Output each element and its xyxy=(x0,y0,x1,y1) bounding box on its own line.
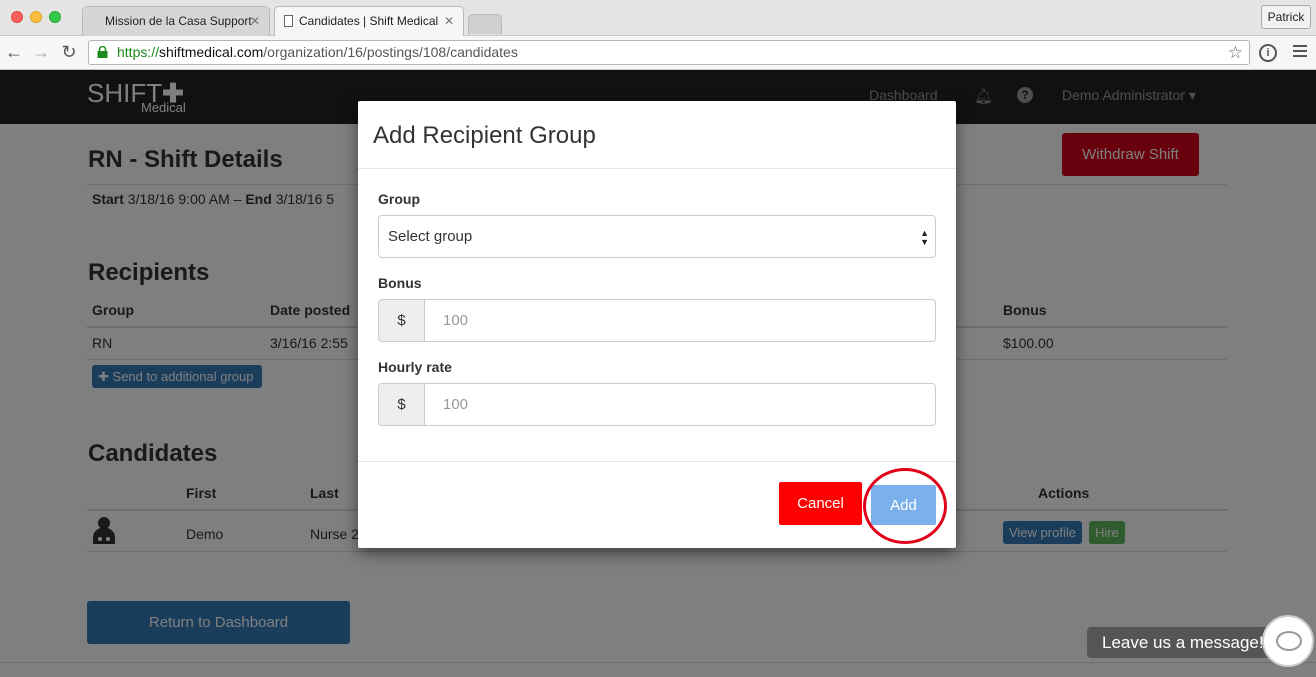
hourly-currency-addon: $ xyxy=(378,383,425,426)
tab-title: Mission de la Casa Support xyxy=(105,14,252,28)
back-arrow-icon[interactable]: ← xyxy=(4,41,24,63)
modal-footer-divider xyxy=(358,461,956,462)
browser-menu-icon[interactable] xyxy=(1293,45,1307,60)
extension-icon[interactable]: i xyxy=(1259,44,1277,62)
close-window-button[interactable] xyxy=(11,11,23,23)
forward-arrow-icon[interactable]: → xyxy=(31,41,51,63)
group-label: Group xyxy=(378,191,420,207)
add-recipient-group-modal: Add Recipient Group Group Select group ▲… xyxy=(358,101,956,548)
chat-widget[interactable]: Leave us a message! xyxy=(1087,627,1287,658)
add-button-highlight-circle xyxy=(863,468,947,544)
minimize-window-button[interactable] xyxy=(30,11,42,23)
speech-bubble-icon xyxy=(1276,631,1302,651)
bonus-label: Bonus xyxy=(378,275,422,291)
url-path: /organization/16/postings/108/candidates xyxy=(263,44,518,60)
page-icon xyxy=(284,15,293,27)
browser-tab-mission[interactable]: Mission de la Casa Support ✕ xyxy=(82,6,270,36)
tab-title: Candidates | Shift Medical xyxy=(299,14,439,28)
browser-tab-candidates[interactable]: Candidates | Shift Medical ✕ xyxy=(274,6,464,36)
close-tab-icon[interactable]: ✕ xyxy=(250,7,260,36)
close-tab-icon[interactable]: ✕ xyxy=(444,7,454,36)
bonus-input[interactable] xyxy=(424,299,936,342)
url-scheme: https:// xyxy=(117,44,160,60)
hourly-rate-label: Hourly rate xyxy=(378,359,452,375)
address-bar[interactable]: https://shiftmedical.com/organization/16… xyxy=(88,40,1250,65)
bonus-input-group: $ xyxy=(378,299,936,342)
select-arrows-icon: ▲ ▼ xyxy=(920,228,929,247)
modal-header-divider xyxy=(358,168,956,169)
bonus-currency-addon: $ xyxy=(378,299,425,342)
lock-icon xyxy=(97,46,108,58)
reload-icon[interactable]: ↻ xyxy=(59,41,79,63)
group-select[interactable]: Select group ▲ ▼ xyxy=(378,215,936,258)
cancel-button[interactable]: Cancel xyxy=(779,482,862,525)
hourly-rate-input[interactable] xyxy=(424,383,936,426)
bookmark-star-icon[interactable]: ☆ xyxy=(1228,41,1243,64)
new-tab-button[interactable] xyxy=(468,14,502,34)
profile-button[interactable]: Patrick xyxy=(1261,5,1311,29)
maximize-window-button[interactable] xyxy=(49,11,61,23)
browser-toolbar: ← → ↻ https://shiftmedical.com/organizat… xyxy=(0,36,1316,70)
chat-bubble-button[interactable] xyxy=(1262,615,1314,667)
url-host: shiftmedical.com xyxy=(159,44,264,60)
modal-title: Add Recipient Group xyxy=(373,122,596,149)
browser-tab-bar: Mission de la Casa Support ✕ Candidates … xyxy=(0,0,1316,36)
hourly-rate-input-group: $ xyxy=(378,383,936,426)
group-select-value: Select group xyxy=(388,228,473,245)
